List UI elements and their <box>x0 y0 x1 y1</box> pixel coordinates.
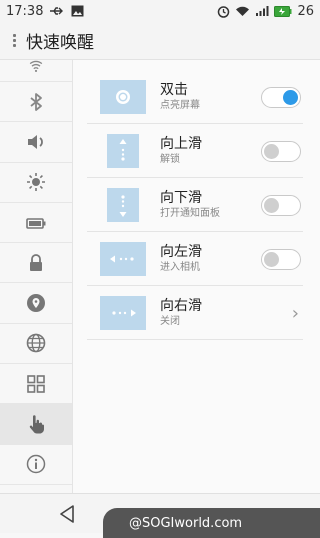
status-time: 17:38 <box>6 3 44 19</box>
back-button[interactable] <box>58 504 76 528</box>
swipe-up-gesture-icon <box>107 133 139 168</box>
sidebar-item-security[interactable] <box>0 243 72 284</box>
wifi-icon <box>235 5 250 17</box>
gesture-title: 向左滑 <box>160 243 202 260</box>
info-icon <box>26 455 46 474</box>
brightness-icon <box>27 173 45 192</box>
page-title: 快速唤醒 <box>26 33 94 53</box>
gesture-title: 向下滑 <box>160 189 202 206</box>
bluetooth-icon <box>30 92 42 111</box>
swipe-down-toggle[interactable] <box>261 195 301 216</box>
double-tap-toggle[interactable] <box>261 87 301 108</box>
swipe-down-gesture-icon <box>107 187 139 222</box>
gesture-row-swipe-down[interactable]: 向下滑 打开通知面板 <box>87 178 303 232</box>
gesture-row-double-tap[interactable]: 双击 点亮屏幕 <box>87 70 303 124</box>
watermark: @SOGIworld.com <box>103 508 320 538</box>
toggle-knob <box>264 198 279 213</box>
settings-sidebar <box>0 60 73 493</box>
gesture-subtitle: 点亮屏幕 <box>160 99 200 111</box>
sidebar-item-language[interactable] <box>0 324 72 365</box>
sidebar-item-brightness[interactable] <box>0 163 72 203</box>
gesture-row-swipe-up[interactable]: 向上滑 解锁 <box>87 124 303 178</box>
image-icon <box>71 5 84 17</box>
app-header: 快速唤醒 <box>0 22 320 60</box>
globe-icon <box>26 334 46 353</box>
gesture-subtitle: 进入相机 <box>160 261 200 273</box>
alarm-icon <box>217 5 230 18</box>
watermark-text: @SOGIworld.com <box>129 515 243 531</box>
sidebar-item-gestures[interactable] <box>0 404 72 445</box>
volume-icon <box>28 134 43 149</box>
toggle-knob <box>264 252 279 267</box>
usb-icon <box>49 5 65 17</box>
swipe-left-toggle[interactable] <box>261 249 301 270</box>
sidebar-item-wifi[interactable] <box>0 60 72 82</box>
gesture-hand-icon <box>29 415 44 434</box>
gesture-subtitle: 解锁 <box>160 153 180 165</box>
toggle-knob <box>264 144 279 159</box>
swipe-right-gesture-icon <box>100 295 146 330</box>
location-icon <box>27 294 45 313</box>
sidebar-item-apps[interactable] <box>0 364 72 405</box>
gesture-title: 向上滑 <box>160 135 202 152</box>
lock-icon <box>30 253 42 271</box>
back-icon <box>60 505 74 523</box>
double-tap-gesture-icon <box>100 79 146 114</box>
wifi-icon <box>29 60 43 72</box>
toggle-knob <box>283 90 298 105</box>
swipe-left-gesture-icon <box>100 241 146 276</box>
sidebar-item-bluetooth[interactable] <box>0 82 72 123</box>
sidebar-item-location[interactable] <box>0 283 72 324</box>
battery-icon <box>26 217 46 229</box>
swipe-up-toggle[interactable] <box>261 141 301 162</box>
gesture-title: 向右滑 <box>160 297 202 314</box>
gesture-row-swipe-right[interactable]: 向右滑 关闭 › <box>87 286 303 340</box>
battery-level: 26 <box>297 3 314 19</box>
gesture-subtitle: 关闭 <box>160 315 180 327</box>
gesture-subtitle: 打开通知面板 <box>160 207 220 219</box>
chevron-right-icon[interactable]: › <box>292 303 299 324</box>
status-bar: 17:38 26 <box>0 0 320 22</box>
gesture-settings-list: 双击 点亮屏幕 向上滑 解锁 向下滑 打开通知面板 向左滑 进入相机 向右滑 关… <box>73 60 320 493</box>
sidebar-item-battery[interactable] <box>0 203 72 244</box>
menu-handle-icon[interactable] <box>6 34 22 47</box>
battery-icon <box>274 5 292 17</box>
signal-icon <box>255 5 269 17</box>
apps-grid-icon <box>27 374 45 393</box>
sidebar-item-about[interactable] <box>0 445 72 485</box>
gesture-title: 双击 <box>160 81 188 98</box>
sidebar-item-volume[interactable] <box>0 122 72 163</box>
gesture-row-swipe-left[interactable]: 向左滑 进入相机 <box>87 232 303 286</box>
